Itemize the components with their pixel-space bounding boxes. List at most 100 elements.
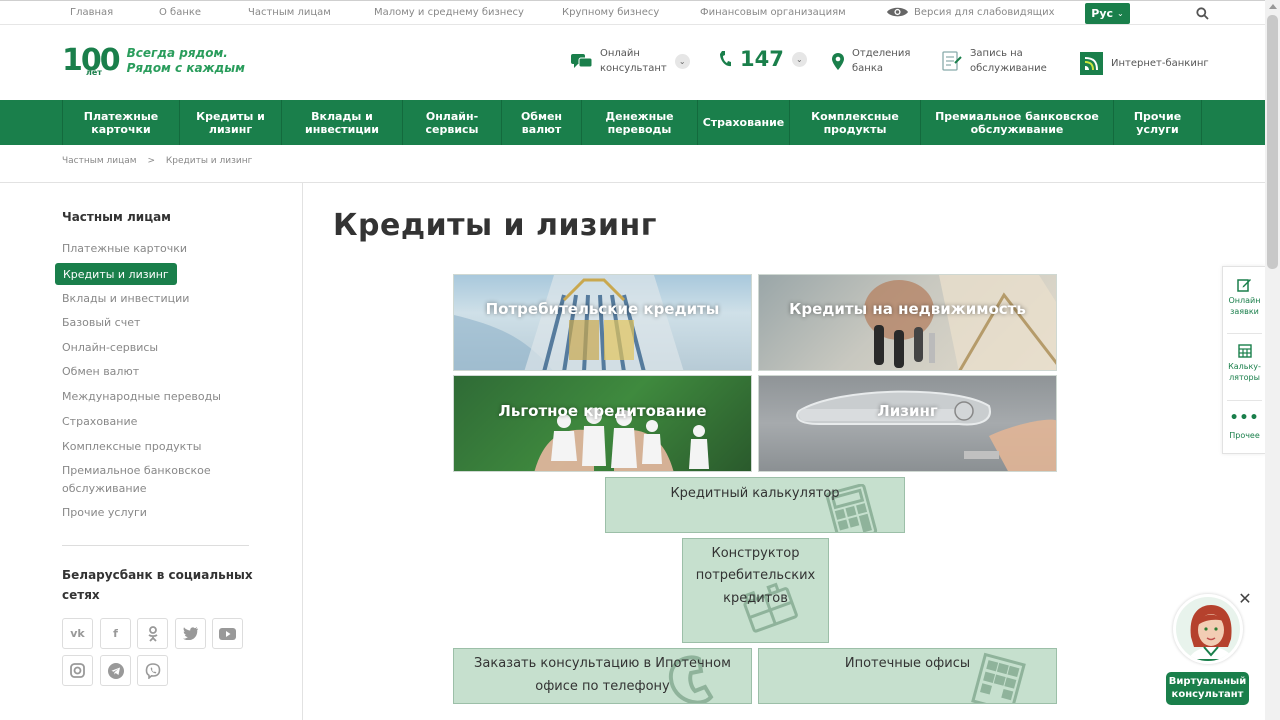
sidebar-item-other-services[interactable]: Прочие услуги — [62, 504, 147, 522]
phone-icon — [720, 51, 731, 67]
sidebar-item-intl-transfers[interactable]: Международные переводы — [62, 388, 221, 406]
calculator-icon — [1237, 344, 1252, 358]
nav-label: обслуживание — [970, 122, 1064, 136]
sidebar-item-loans-active[interactable]: Кредиты и лизинг — [55, 263, 177, 285]
scrollbar[interactable] — [1265, 0, 1280, 720]
loan-constructor-tile[interactable]: Конструктор потребительских кредитов — [682, 538, 829, 643]
scroll-up-arrow-icon[interactable] — [1269, 4, 1277, 9]
toplink-financial-orgs[interactable]: Финансовым организациям — [700, 7, 846, 18]
search-icon[interactable] — [1196, 7, 1209, 20]
sidebar-item-premium-line2[interactable]: обслуживание — [62, 480, 147, 498]
constructor-label-3: кредитов — [723, 591, 788, 606]
tile-leasing[interactable]: Лизинг — [758, 375, 1057, 472]
assistant-avatar-illustration — [1186, 605, 1236, 661]
nav-label: Вклады и — [311, 109, 373, 123]
sidebar-item-insurance[interactable]: Страхование — [62, 413, 137, 431]
chevron-down-icon[interactable]: ⌄ — [674, 53, 690, 69]
instagram-icon[interactable] — [62, 655, 93, 686]
online-consultant[interactable]: Онлайн консультант ⌄ — [571, 46, 690, 76]
slogan-line-1: Всегда рядом. — [126, 46, 228, 60]
mortgage-consultation-label-1: Заказать консультацию в Ипотечном — [474, 656, 731, 671]
mortgage-offices-tile[interactable]: Ипотечные офисы — [758, 648, 1057, 704]
divider — [62, 545, 249, 546]
sidebar-item-deposits[interactable]: Вклады и инвестиции — [62, 290, 189, 308]
credit-calculator-label: Кредитный калькулятор — [670, 486, 840, 501]
phone-block[interactable]: 147 ⌄ — [719, 48, 807, 69]
calculators-button[interactable]: Кальку- ляторы — [1223, 344, 1266, 383]
nav-loans-leasing[interactable]: Кредиты и лизинг — [180, 100, 282, 145]
branches-link[interactable]: Отделения банка — [832, 46, 910, 76]
constructor-label-1: Конструктор — [711, 546, 800, 561]
language-select[interactable]: Рус ⌄ — [1085, 3, 1130, 24]
sidebar-item-currency-exchange[interactable]: Обмен валют — [62, 363, 139, 381]
toplink-corporate[interactable]: Крупному бизнесу — [562, 7, 659, 18]
sidebar-item-complex-products[interactable]: Комплексные продукты — [62, 438, 201, 456]
breadcrumb-home[interactable]: Частным лицам — [62, 156, 137, 166]
nav-label: инвестиции — [305, 122, 379, 136]
online-applications-button[interactable]: Онлайн заявки — [1223, 277, 1266, 317]
social-title: Беларусбанк в социальных сетях — [62, 568, 253, 602]
vk-icon[interactable]: vk — [62, 618, 93, 649]
nav-label: Комплексные — [811, 109, 899, 123]
youtube-play-glyph — [219, 627, 236, 640]
toplink-about[interactable]: О банке — [159, 7, 201, 18]
scrollbar-thumb[interactable] — [1267, 15, 1278, 269]
tile-photo-car-door — [796, 390, 1056, 471]
nav-label: Премиальное банковское — [935, 109, 1099, 123]
appointment-label-2: обслуживание — [970, 63, 1047, 74]
tile-consumer-loans[interactable]: Потребительские кредиты — [453, 274, 752, 371]
virtual-consultant-button[interactable]: Виртуальный консультант — [1166, 672, 1249, 705]
youtube-icon[interactable] — [212, 618, 243, 649]
tile-consumer-loans-title: Потребительские кредиты — [485, 300, 720, 318]
nav-insurance[interactable]: Страхование — [698, 100, 790, 145]
nav-complex-products[interactable]: Комплексные продукты — [790, 100, 921, 145]
bank-logo[interactable]: 100 лет Всегда рядом. Рядом с каждым — [62, 46, 245, 78]
nav-label: Денежные — [605, 109, 674, 123]
sidebar-item-premium-line1[interactable]: Премиальное банковское — [62, 462, 211, 480]
breadcrumb: Частным лицам > Кредиты и лизинг — [62, 156, 260, 166]
appointment-link[interactable]: Запись на обслуживание — [942, 46, 1047, 76]
mortgage-consultation-tile[interactable]: Заказать консультацию в Ипотечном офисе … — [453, 648, 752, 704]
tile-real-estate-loans[interactable]: Кредиты на недвижимость — [758, 274, 1057, 371]
nav-deposits[interactable]: Вклады и инвестиции — [282, 100, 403, 145]
online-consultant-label-1: Онлайн — [600, 48, 640, 59]
low-vision-link[interactable]: Версия для слабовидящих — [886, 5, 1055, 19]
nav-other-services[interactable]: Прочие услуги — [1114, 100, 1202, 145]
chevron-down-icon[interactable]: ⌄ — [791, 51, 807, 67]
viber-phone-glyph — [145, 662, 160, 679]
odnoklassniki-glyph — [147, 625, 158, 642]
branches-label-2: банка — [852, 63, 884, 74]
sidebar-item-basic-account[interactable]: Базовый счет — [62, 314, 140, 332]
facebook-icon[interactable]: f — [100, 618, 131, 649]
nav-premium-banking[interactable]: Премиальное банковское обслуживание — [921, 100, 1114, 145]
page-title: Кредиты и лизинг — [333, 208, 657, 243]
virtual-consultant-avatar[interactable] — [1173, 594, 1243, 664]
sidebar-item-online-services[interactable]: Онлайн-сервисы — [62, 339, 158, 357]
toplink-small-business[interactable]: Малому и среднему бизнесу — [374, 7, 524, 18]
nav-label: сервисы — [425, 122, 479, 136]
virtual-consultant-label-2: консультант — [1171, 689, 1244, 700]
tile-preferential-lending[interactable]: Льготное кредитование — [453, 375, 752, 472]
odnoklassniki-icon[interactable] — [137, 618, 168, 649]
constructor-label-2: потребительских — [695, 568, 816, 583]
nav-online-services[interactable]: Онлайн-сервисы — [403, 100, 502, 145]
edit-icon — [1237, 279, 1251, 292]
toplink-individuals[interactable]: Частным лицам — [248, 7, 331, 18]
internet-banking-link[interactable]: Интернет-банкинг — [1080, 52, 1209, 75]
telegram-icon[interactable] — [100, 655, 131, 686]
toplink-home[interactable]: Главная — [70, 7, 113, 18]
nav-payment-cards[interactable]: Платежные карточки — [62, 100, 180, 145]
viber-icon[interactable] — [137, 655, 168, 686]
divider — [1227, 400, 1262, 401]
sidebar-item-payment-cards[interactable]: Платежные карточки — [62, 240, 187, 258]
more-dots-icon: ••• — [1229, 410, 1260, 426]
document-form-icon — [942, 51, 962, 71]
twitter-icon[interactable] — [175, 618, 206, 649]
page: Главная О банке Частным лицам Малому и с… — [0, 0, 1280, 720]
other-button[interactable]: ••• Прочее — [1223, 410, 1266, 441]
credit-calculator-tile[interactable]: Кредитный калькулятор — [605, 477, 905, 533]
nav-money-transfers[interactable]: Денежные переводы — [582, 100, 698, 145]
telegram-plane-glyph — [107, 662, 124, 679]
nav-currency-exchange[interactable]: Обмен валют — [502, 100, 582, 145]
close-icon[interactable]: ✕ — [1237, 591, 1253, 607]
